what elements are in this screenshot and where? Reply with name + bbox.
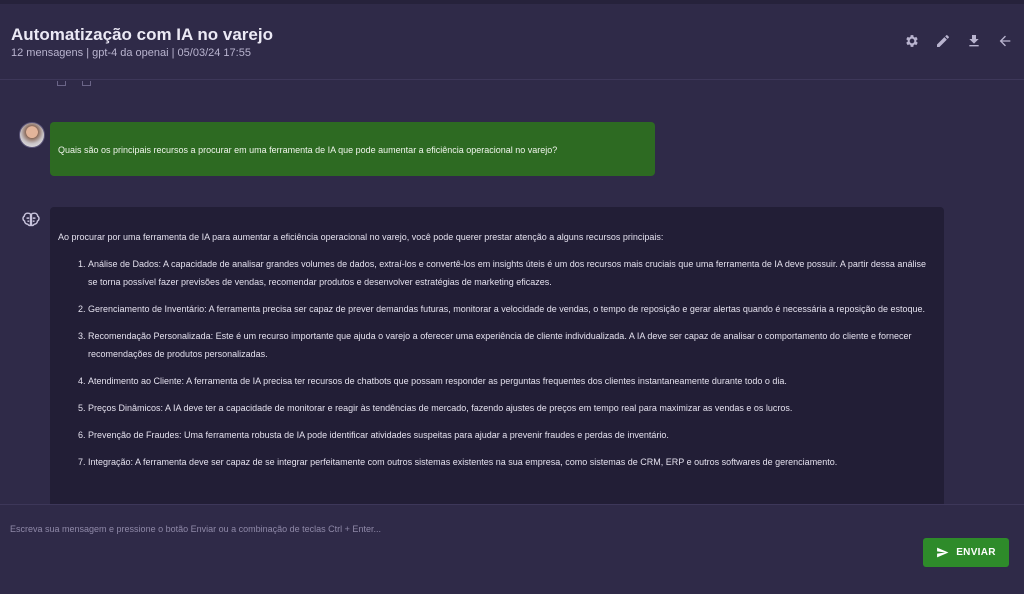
list-item: Prevenção de Fraudes: Uma ferramenta rob…: [88, 426, 936, 444]
list-item: Recomendação Personalizada: Este é um re…: [88, 327, 936, 363]
chat-header: Automatização com IA no varejo 12 mensag…: [0, 4, 1024, 80]
send-button-label: ENVIAR: [956, 547, 996, 558]
message-action-stub: [82, 81, 91, 86]
user-message-bubble: Quais são os principais recursos a procu…: [50, 122, 655, 176]
user-avatar: [19, 122, 45, 148]
list-item: Integração: A ferramenta deve ser capaz …: [88, 453, 936, 471]
brain-icon: [22, 211, 40, 227]
chat-subtitle: 12 mensagens | gpt-4 da openai | 05/03/2…: [11, 47, 251, 59]
list-item: Gerenciamento de Inventário: A ferrament…: [88, 300, 936, 318]
chat-scroll-area[interactable]: Quais são os principais recursos a procu…: [0, 81, 1024, 504]
edit-icon[interactable]: [934, 32, 952, 50]
back-arrow-icon[interactable]: [996, 32, 1014, 50]
header-actions: [903, 32, 1014, 50]
list-item: Atendimento ao Cliente: A ferramenta de …: [88, 372, 936, 390]
message-action-stub: [57, 81, 66, 86]
send-button[interactable]: ENVIAR: [923, 538, 1009, 567]
assistant-intro: Ao procurar por uma ferramenta de IA par…: [58, 232, 664, 242]
assistant-message-bubble: Ao procurar por uma ferramenta de IA par…: [50, 207, 944, 504]
message-input[interactable]: [10, 519, 910, 539]
list-item: Análise de Dados: A capacidade de analis…: [88, 255, 936, 291]
send-icon: [937, 547, 949, 558]
download-icon[interactable]: [965, 32, 983, 50]
list-item: Preços Dinâmicos: A IA deve ter a capaci…: [88, 399, 936, 417]
composer: ENVIAR: [0, 504, 1024, 594]
gear-icon[interactable]: [903, 32, 921, 50]
chat-title: Automatização com IA no varejo: [11, 25, 273, 44]
assistant-list: Análise de Dados: A capacidade de analis…: [58, 255, 936, 471]
user-message-text: Quais são os principais recursos a procu…: [58, 145, 558, 155]
